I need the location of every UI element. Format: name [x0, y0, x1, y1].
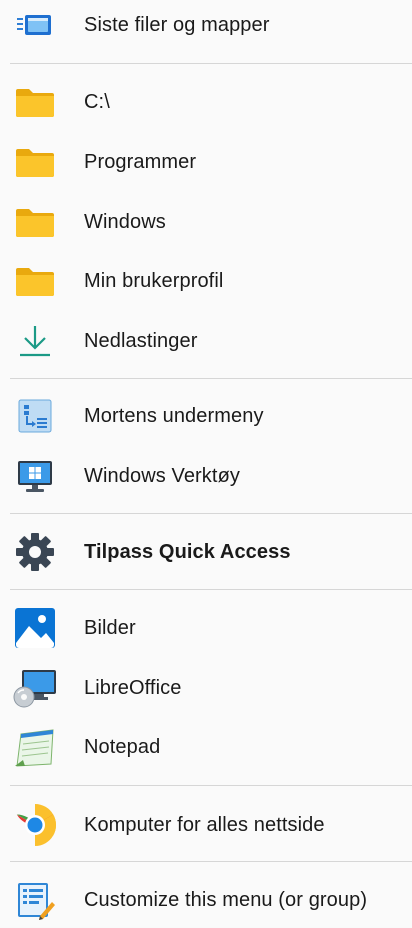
menu-item-c-drive[interactable]: C:\: [0, 74, 412, 130]
menu-item-label: Nedlastinger: [84, 329, 198, 352]
menu-item-user-profile[interactable]: Min brukerprofil: [0, 253, 412, 309]
menu-item-mortens-submenu[interactable]: Mortens undermeny: [0, 388, 412, 444]
menu-item-customize-quick-access[interactable]: Tilpass Quick Access: [0, 524, 412, 580]
menu-item-label: Programmer: [84, 150, 197, 173]
separator: [10, 378, 412, 379]
menu-item-label: Notepad: [84, 735, 161, 758]
folder-icon: [12, 79, 58, 125]
notepad-icon: [12, 724, 58, 770]
separator: [10, 63, 412, 64]
libreoffice-icon: [12, 665, 58, 711]
menu-item-recent-files[interactable]: Siste filer og mapper: [0, 0, 412, 53]
submenu-icon: [12, 393, 58, 439]
menu-item-windows-tools[interactable]: Windows Verktøy: [0, 448, 412, 504]
photos-icon: [12, 605, 58, 651]
menu-item-label: Komputer for alles nettside: [84, 813, 325, 836]
menu-item-label: Windows Verktøy: [84, 464, 240, 487]
customize-menu-icon: [12, 877, 58, 923]
separator: [10, 513, 412, 514]
chrome-icon: [12, 802, 58, 848]
menu-item-label: Siste filer og mapper: [84, 13, 270, 36]
menu-item-customize-menu[interactable]: Customize this menu (or group): [0, 872, 412, 928]
menu-item-bilder[interactable]: Bilder: [0, 600, 412, 656]
menu-item-label: Min brukerprofil: [84, 269, 224, 292]
menu-item-downloads[interactable]: Nedlastinger: [0, 313, 412, 369]
gear-icon: [12, 529, 58, 575]
menu-item-label: Bilder: [84, 616, 136, 639]
quick-access-menu: Siste filer og mapper C:\ Programmer Win…: [0, 0, 412, 927]
menu-item-label: C:\: [84, 90, 110, 113]
menu-item-programmer[interactable]: Programmer: [0, 134, 412, 190]
download-icon: [12, 318, 58, 364]
recent-files-icon: [12, 2, 58, 48]
folder-icon: [12, 199, 58, 245]
menu-item-libreoffice[interactable]: LibreOffice: [0, 660, 412, 716]
menu-item-label: Mortens undermeny: [84, 404, 264, 427]
menu-item-label: LibreOffice: [84, 676, 182, 699]
menu-item-label: Tilpass Quick Access: [84, 540, 291, 563]
folder-icon: [12, 139, 58, 185]
menu-item-windows[interactable]: Windows: [0, 194, 412, 250]
separator: [10, 589, 412, 590]
windows-tools-icon: [12, 453, 58, 499]
menu-item-notepad[interactable]: Notepad: [0, 719, 412, 775]
separator: [10, 861, 412, 862]
menu-item-label: Customize this menu (or group): [84, 888, 368, 911]
menu-item-website[interactable]: Komputer for alles nettside: [0, 797, 412, 853]
separator: [10, 785, 412, 786]
folder-icon: [12, 258, 58, 304]
menu-item-label: Windows: [84, 210, 166, 233]
